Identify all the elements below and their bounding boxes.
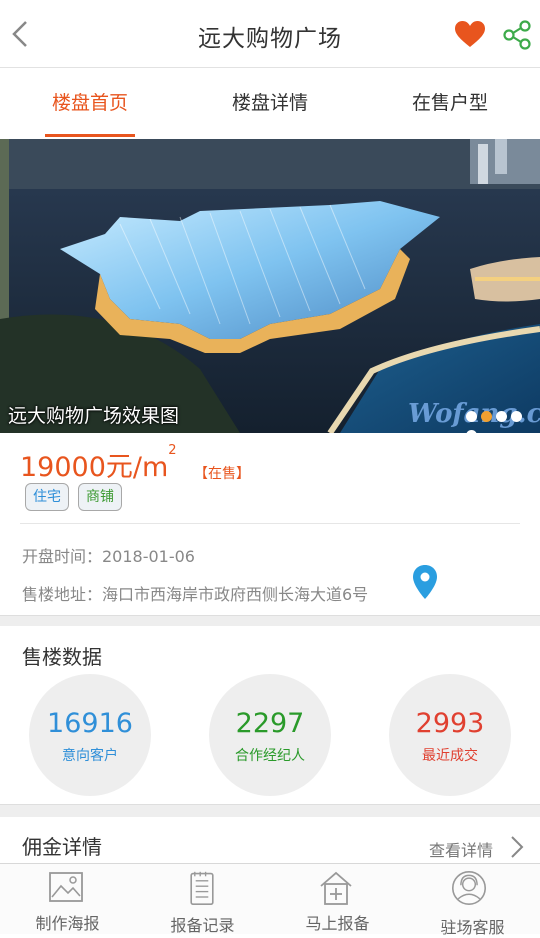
- tag-residential: 住宅: [25, 483, 69, 511]
- tabbar-report-now[interactable]: 马上报备: [270, 864, 405, 934]
- sale-status-badge: 【在售】: [194, 466, 250, 482]
- carousel-indicators: [466, 406, 540, 433]
- commission-section[interactable]: 佣金详情 查看详情: [0, 817, 540, 863]
- price-unit-superscript: 2: [168, 443, 177, 458]
- stat-value: 2993: [415, 708, 485, 739]
- sales-address: 售楼地址：海口市西海岸市政府西侧长海大道6号: [22, 585, 369, 604]
- house-plus-icon: [320, 871, 352, 905]
- property-info: 19000元/m2 【在售】 住宅 商铺 开盘时间：2018-01-06 售楼地…: [0, 433, 540, 615]
- stat-intended-customers[interactable]: 16916 意向客户: [29, 674, 151, 796]
- tag-commercial: 商铺: [78, 483, 122, 511]
- active-tab-indicator: [45, 134, 135, 137]
- sales-data-section: 售楼数据 16916 意向客户 2297 合作经纪人 2993 最近成交: [0, 626, 540, 804]
- tabbar-label: 马上报备: [305, 914, 370, 933]
- tabbar-make-poster[interactable]: 制作海报: [0, 864, 135, 934]
- notepad-icon: [190, 871, 214, 906]
- map-pin-icon[interactable]: [411, 564, 439, 600]
- stat-label: 合作经纪人: [235, 748, 305, 764]
- stat-partner-agents[interactable]: 2297 合作经纪人: [209, 674, 331, 796]
- share-icon[interactable]: [502, 19, 532, 51]
- tabbar-label: 驻场客服: [440, 918, 505, 937]
- app-header: 远大购物广场: [0, 0, 540, 68]
- tabbar-onsite-service[interactable]: 驻场客服: [405, 864, 540, 937]
- price: 19000元/m2: [20, 443, 177, 484]
- carousel-dot[interactable]: [466, 411, 477, 422]
- section-title: 售楼数据: [22, 645, 102, 669]
- view-details-link[interactable]: 查看详情: [429, 837, 493, 861]
- carousel-dot[interactable]: [496, 411, 507, 422]
- tab-bar: 楼盘首页 楼盘详情 在售户型: [0, 68, 540, 138]
- photo-carousel[interactable]: 远大购物广场效果图 Wofang.com: [0, 139, 540, 433]
- bottom-tab-bar: 制作海报 报备记录 马上报备 驻场客服: [0, 863, 540, 937]
- tab-details[interactable]: 楼盘详情: [180, 68, 360, 138]
- customer-service-icon: [451, 870, 487, 906]
- section-title: 佣金详情: [22, 835, 102, 859]
- tabbar-label: 报备记录: [170, 916, 235, 935]
- image-icon: [49, 872, 83, 902]
- banner-caption: 远大购物广场效果图: [8, 405, 180, 427]
- tab-unit-types[interactable]: 在售户型: [360, 68, 540, 138]
- chevron-right-icon[interactable]: [510, 835, 524, 859]
- section-gap: [0, 804, 540, 817]
- price-value: 19000元/m: [20, 452, 169, 483]
- stat-value: 16916: [47, 708, 133, 739]
- carousel-dot-active[interactable]: [481, 411, 492, 422]
- carousel-dot[interactable]: [511, 411, 522, 422]
- stat-label: 意向客户: [62, 748, 118, 764]
- open-date: 开盘时间：2018-01-06: [22, 547, 195, 566]
- heart-icon[interactable]: [454, 20, 486, 48]
- tabbar-label: 制作海报: [35, 914, 100, 933]
- stat-recent-deals[interactable]: 2993 最近成交: [389, 674, 511, 796]
- stat-value: 2297: [235, 708, 305, 739]
- tabbar-report-records[interactable]: 报备记录: [135, 864, 270, 935]
- section-gap: [0, 615, 540, 626]
- stat-label: 最近成交: [422, 748, 478, 764]
- tab-home[interactable]: 楼盘首页: [0, 68, 180, 138]
- rendering-image: [0, 139, 540, 433]
- divider: [20, 523, 520, 524]
